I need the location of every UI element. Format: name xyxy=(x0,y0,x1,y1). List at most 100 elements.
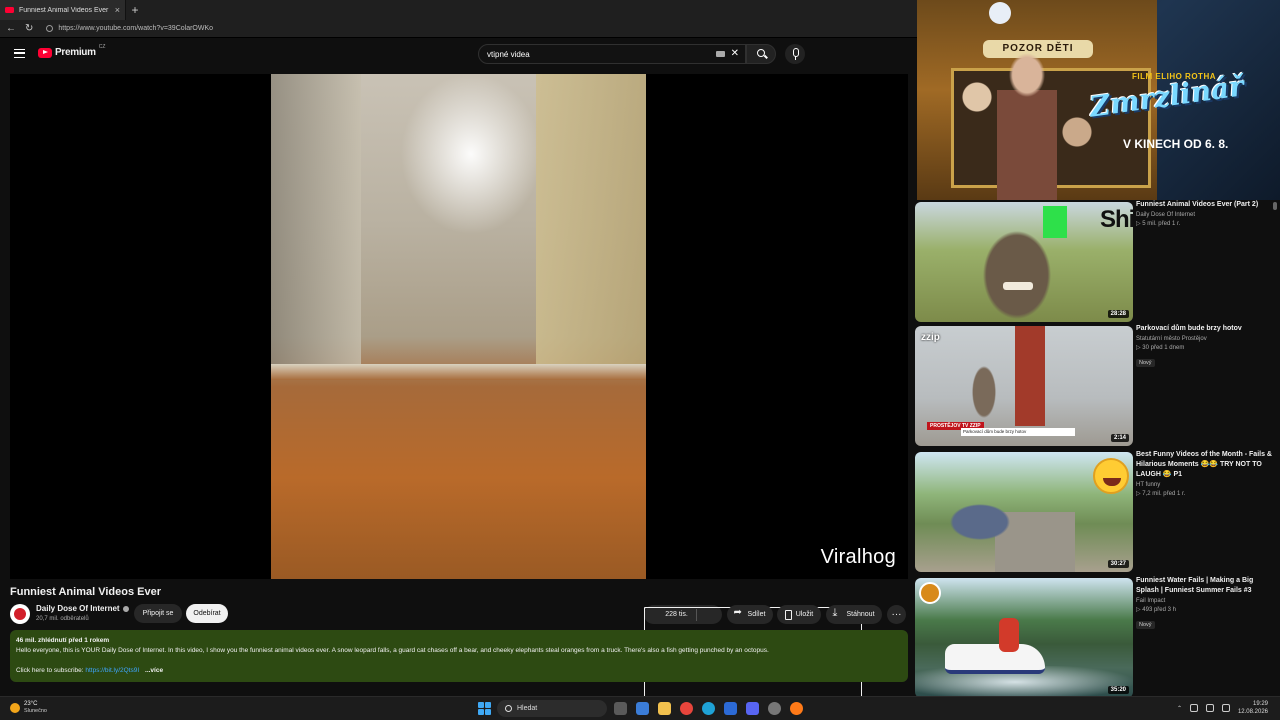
clock-date: 12.08.2026 xyxy=(1237,709,1268,715)
file-explorer-icon[interactable] xyxy=(658,702,671,715)
save-button[interactable]: Uložit xyxy=(777,605,821,624)
verified-icon xyxy=(122,605,129,612)
sun-icon xyxy=(10,703,20,713)
channel-name[interactable]: Fail Impact xyxy=(1136,598,1276,604)
menu-icon[interactable] xyxy=(14,49,25,58)
thumb-worker xyxy=(969,362,999,422)
tab-title: Funniest Animal Videos Ever xyxy=(19,6,109,14)
video-thumbnail[interactable]: 30:27 xyxy=(915,452,1133,572)
keyboard-icon[interactable] xyxy=(716,51,725,57)
subscribe-prefix: Click here to subscribe: xyxy=(16,667,84,674)
thumb-green-block xyxy=(1043,206,1067,238)
video-info: Funniest Animal Videos Ever (Part 2) Dai… xyxy=(1136,200,1276,227)
cloud-icon[interactable] xyxy=(1189,704,1198,712)
video-title-link[interactable]: Best Funny Videos of the Month - Fails &… xyxy=(1136,450,1276,480)
laughing-emoji-icon xyxy=(1093,458,1129,494)
url-field[interactable]: https://www.youtube.com/watch?v=39ColarO… xyxy=(42,22,917,36)
weather-condition: Slunečno xyxy=(24,708,47,714)
discord-icon[interactable] xyxy=(746,702,759,715)
show-more-button[interactable]: ...více xyxy=(145,667,163,674)
duration-badge: 35:20 xyxy=(1107,686,1129,694)
close-tab-icon[interactable]: × xyxy=(115,5,120,15)
video-frame xyxy=(271,74,646,579)
video-title-link[interactable]: Parkovací dům bude brzy hotov xyxy=(1136,324,1276,334)
new-tab-button[interactable]: + xyxy=(126,3,144,17)
thumb-jetski xyxy=(945,644,1045,674)
thumb-pillar xyxy=(1015,326,1045,426)
scrollbar-thumb[interactable] xyxy=(1273,202,1277,210)
video-thumbnail[interactable]: Shi.wix 28:28 xyxy=(915,202,1133,322)
clock[interactable]: 19:29 12.08.2026 xyxy=(1238,700,1268,716)
list-item[interactable]: zzip PROSTĚJOV TV ZZIP Parkovací dům bud… xyxy=(915,324,1280,446)
address-bar: ← ↻ https://www.youtube.com/watch?v=39Co… xyxy=(0,20,917,38)
site-info-icon[interactable] xyxy=(46,25,54,32)
list-item[interactable]: 30:27 Best Funny Videos of the Month - F… xyxy=(915,450,1280,572)
channel-name-text: Daily Dose Of Internet xyxy=(36,604,120,613)
weather-widget[interactable]: 23°C Slunečno xyxy=(10,701,47,715)
video-title-link[interactable]: Funniest Water Fails | Making a Big Spla… xyxy=(1136,576,1276,596)
ad-figure-left xyxy=(957,75,997,135)
list-item[interactable]: 35:20 Funniest Water Fails | Making a Bi… xyxy=(915,576,1280,696)
channel-name[interactable]: Statutární město Prostějov xyxy=(1136,336,1276,342)
share-button[interactable]: Sdílet xyxy=(727,605,773,624)
taskbar-search[interactable]: Hledat xyxy=(497,700,607,717)
description-box[interactable]: 46 mil. zhlédnutí před 1 rokem Hello eve… xyxy=(10,630,908,682)
back-icon[interactable]: ← xyxy=(6,23,16,34)
video-player[interactable]: Viralhog xyxy=(10,74,908,579)
video-thumbnail[interactable]: zzip PROSTĚJOV TV ZZIP Parkovací dům bud… xyxy=(915,326,1133,446)
more-actions-button[interactable]: ··· xyxy=(887,605,906,624)
youtube-logo[interactable]: Premium CZ xyxy=(38,44,105,58)
sidebar-scrollbar[interactable] xyxy=(1272,200,1278,690)
join-button[interactable]: Připojit se xyxy=(134,604,182,623)
thumb-logo: zzip xyxy=(921,332,940,343)
chevron-up-icon[interactable]: ⌃ xyxy=(1177,705,1182,712)
volume-icon[interactable] xyxy=(1221,704,1230,712)
save-icon xyxy=(784,609,792,620)
channel-avatar[interactable] xyxy=(10,604,30,624)
clear-search-icon[interactable]: ✕ xyxy=(731,48,739,59)
duration-badge: 30:27 xyxy=(1107,560,1129,568)
search-button[interactable] xyxy=(746,44,776,64)
like-dislike-group: 228 tis. xyxy=(644,605,862,720)
video-watermark: Viralhog xyxy=(820,546,896,568)
frame-wall-right xyxy=(536,74,646,374)
reload-icon[interactable]: ↻ xyxy=(25,23,33,34)
list-item[interactable]: Shi.wix 28:28 Funniest Animal Videos Eve… xyxy=(915,200,1280,322)
settings-icon[interactable] xyxy=(768,702,781,715)
mail-icon[interactable] xyxy=(636,702,649,715)
taskbar: 23°C Slunečno Hledat ⌃ 19:29 12.08.2026 xyxy=(0,696,1280,720)
browser-tabbar: Funniest Animal Videos Ever × + xyxy=(0,0,917,20)
channel-name[interactable]: Daily Dose Of Internet xyxy=(1136,212,1276,218)
edge-icon[interactable] xyxy=(702,702,715,715)
chrome-icon[interactable] xyxy=(680,702,693,715)
view-count: 46 mil. zhlédnutí před 1 rokem xyxy=(16,637,110,644)
video-title-link[interactable]: Funniest Animal Videos Ever (Part 2) xyxy=(1136,200,1276,210)
ad-release-date: V KINECH OD 6. 8. xyxy=(1123,137,1229,151)
task-view-icon[interactable] xyxy=(614,702,627,715)
voice-search-icon[interactable] xyxy=(785,44,805,64)
subscribe-link[interactable]: https://bit.ly/2Qts9I xyxy=(85,667,139,674)
network-icon[interactable] xyxy=(1205,704,1214,712)
browser-tab[interactable]: Funniest Animal Videos Ever × xyxy=(0,0,126,20)
channel-name[interactable]: Daily Dose Of Internet xyxy=(36,604,129,613)
channel-name[interactable]: HT funny xyxy=(1136,482,1276,488)
store-icon[interactable] xyxy=(724,702,737,715)
subscribe-button[interactable]: Odebírat xyxy=(186,604,228,623)
download-button[interactable]: Stáhnout xyxy=(826,605,882,624)
recommendations-list: Shi.wix 28:28 Funniest Animal Videos Eve… xyxy=(915,200,1280,696)
firefox-icon[interactable] xyxy=(790,702,803,715)
ad-banner[interactable]: POZOR DĚTI FILM ELIHO ROTHA Zmrzlinář V … xyxy=(917,0,1280,200)
video-thumbnail[interactable]: 35:20 xyxy=(915,578,1133,696)
video-meta: ▷ 30 před 1 dnem xyxy=(1136,345,1185,351)
search-icon xyxy=(757,49,765,57)
video-title: Funniest Animal Videos Ever xyxy=(10,586,161,598)
new-badge: Nový xyxy=(1136,621,1155,629)
video-meta: ▷ 5 mil. před 1 r. xyxy=(1136,221,1181,227)
description-text: Hello everyone, this is YOUR Daily Dose … xyxy=(16,647,769,654)
video-meta: ▷ 493 před 3 h xyxy=(1136,607,1176,613)
url-text: https://www.youtube.com/watch?v=39ColarO… xyxy=(58,25,214,32)
ad-figure-center xyxy=(997,50,1057,200)
search-input[interactable]: vtipné videa ✕ xyxy=(478,44,746,64)
start-button[interactable] xyxy=(478,702,491,715)
system-tray: ⌃ 19:29 12.08.2026 xyxy=(1177,700,1268,716)
